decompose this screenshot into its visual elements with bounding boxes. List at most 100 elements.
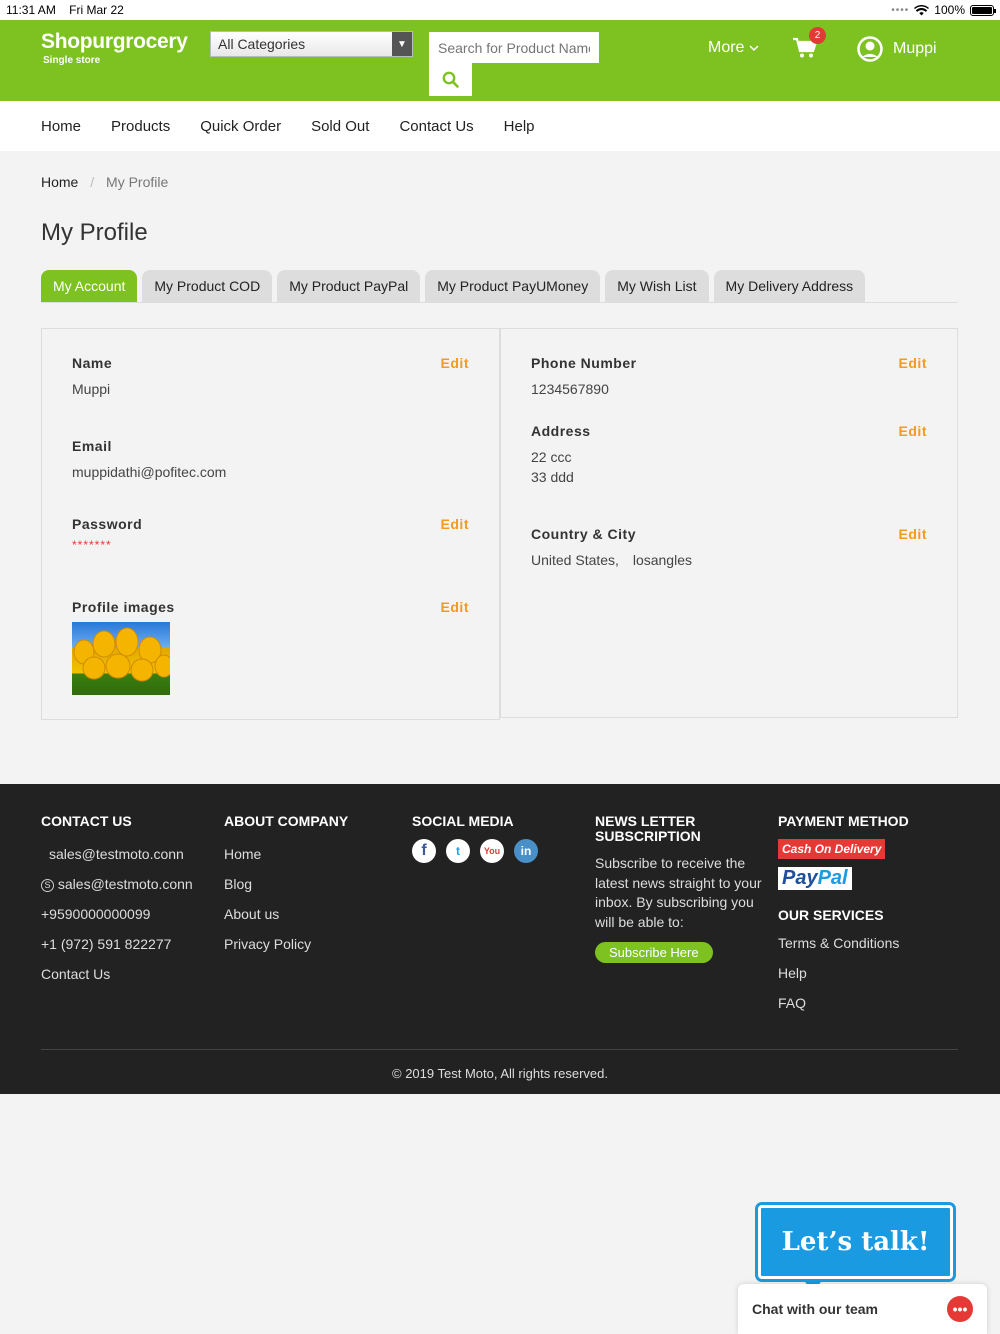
chevron-down-icon xyxy=(749,45,759,52)
footer-about-home[interactable]: Home xyxy=(224,839,348,869)
footer-newsletter-title: NEWS LETTER SUBSCRIPTION xyxy=(595,813,701,844)
nav-products[interactable]: Products xyxy=(111,118,170,135)
nav-home[interactable]: Home xyxy=(41,118,81,135)
site-logo[interactable]: Shopurgrocery Single store xyxy=(41,30,188,66)
email-label: Email xyxy=(72,438,112,454)
footer-services-title: OUR SERVICES xyxy=(778,907,884,923)
profile-tabs: My Account My Product COD My Product Pay… xyxy=(41,270,958,303)
user-name: Muppi xyxy=(893,40,937,57)
tab-my-delivery-address[interactable]: My Delivery Address xyxy=(713,270,866,302)
category-select-value: All Categories xyxy=(218,36,306,52)
more-menu[interactable]: More xyxy=(708,39,759,57)
phone-label: Phone Number xyxy=(531,355,637,371)
edit-name-link[interactable]: Edit xyxy=(441,355,469,371)
search-button[interactable] xyxy=(429,63,472,96)
country-value: United States, xyxy=(531,552,619,568)
youtube-icon[interactable]: You xyxy=(480,839,504,863)
edit-profile-images-link[interactable]: Edit xyxy=(441,599,469,615)
nav-help[interactable]: Help xyxy=(504,118,535,135)
category-select[interactable]: All Categories ▼ xyxy=(210,31,413,57)
dropdown-arrow-icon: ▼ xyxy=(392,32,412,56)
footer-contact-title: CONTACT US xyxy=(41,813,132,829)
user-avatar-icon xyxy=(857,36,883,62)
footer-contact-phone-2[interactable]: +1 (972) 591 822277 xyxy=(41,929,193,959)
tab-my-product-paypal[interactable]: My Product PayPal xyxy=(277,270,421,302)
site-footer: CONTACT US sales@testmoto.conn S sales@t… xyxy=(0,784,1000,1094)
footer-newsletter-text: Subscribe to receive the latest news str… xyxy=(595,855,762,930)
password-field: Password Edit ******* xyxy=(72,516,469,552)
contact-details-card: Phone Number Edit 1234567890 Address Edi… xyxy=(500,328,958,718)
footer-about-title: ABOUT COMPANY xyxy=(224,813,349,829)
city-value: losangles xyxy=(632,552,692,568)
footer-payment-column: PAYMENT METHOD Cash On Delivery PayPal O… xyxy=(778,814,909,1018)
tab-my-account[interactable]: My Account xyxy=(41,270,138,302)
name-field: Name Edit Muppi xyxy=(72,355,469,399)
twitter-icon[interactable]: t xyxy=(446,839,470,863)
tab-my-product-payumoney[interactable]: My Product PayUMoney xyxy=(425,270,601,302)
name-label: Name xyxy=(72,355,113,371)
cart-count-badge: 2 xyxy=(809,27,826,44)
footer-social-title: SOCIAL MEDIA xyxy=(412,813,514,829)
linkedin-icon[interactable]: in xyxy=(514,839,538,863)
footer-contact-column: CONTACT US sales@testmoto.conn S sales@t… xyxy=(41,814,193,989)
footer-services-faq[interactable]: FAQ xyxy=(778,988,909,1018)
page-title: My Profile xyxy=(41,219,148,246)
edit-address-link[interactable]: Edit xyxy=(899,423,927,439)
footer-about-blog[interactable]: Blog xyxy=(224,869,348,899)
battery-icon xyxy=(970,4,996,16)
search-input[interactable] xyxy=(429,32,599,63)
profile-images-field: Profile images Edit xyxy=(72,599,469,695)
chat-bar[interactable]: Chat with our team ••• xyxy=(738,1284,987,1334)
footer-contact-email-2[interactable]: sales@testmoto.conn xyxy=(58,876,193,892)
country-city-field: Country & City Edit United States, losan… xyxy=(531,526,927,570)
footer-payment-title: PAYMENT METHOD xyxy=(778,813,909,829)
password-label: Password xyxy=(72,516,143,532)
profile-image-thumbnail xyxy=(72,622,170,695)
tab-my-wish-list[interactable]: My Wish List xyxy=(605,270,709,302)
facebook-icon[interactable]: f xyxy=(412,839,436,863)
footer-social-column: SOCIAL MEDIA f t You in xyxy=(412,814,538,863)
footer-contact-email-1[interactable]: sales@testmoto.conn xyxy=(41,839,193,869)
cart-button[interactable]: 2 xyxy=(793,27,826,64)
phone-field: Phone Number Edit 1234567890 xyxy=(531,355,927,399)
breadcrumb-current: My Profile xyxy=(106,174,169,190)
edit-country-city-link[interactable]: Edit xyxy=(899,526,927,542)
status-time: 11:31 AM xyxy=(6,3,56,17)
address-line-2: 33 ddd xyxy=(531,469,574,485)
account-details-card: Name Edit Muppi Email muppidathi@pofitec… xyxy=(41,328,500,720)
nav-contact-us[interactable]: Contact Us xyxy=(399,118,473,135)
subscribe-button[interactable]: Subscribe Here xyxy=(595,942,713,963)
breadcrumb-separator: / xyxy=(90,174,95,190)
email-field: Email muppidathi@pofitec.com xyxy=(72,438,469,482)
nav-sold-out[interactable]: Sold Out xyxy=(311,118,369,135)
footer-about-about-us[interactable]: About us xyxy=(224,899,348,929)
footer-services-terms[interactable]: Terms & Conditions xyxy=(778,928,909,958)
footer-services-help[interactable]: Help xyxy=(778,958,909,988)
footer-contact-phone-1[interactable]: +9590000000099 xyxy=(41,899,193,929)
nav-quick-order[interactable]: Quick Order xyxy=(200,118,281,135)
address-line-1: 22 ccc xyxy=(531,449,572,465)
user-menu[interactable]: Muppi xyxy=(857,36,937,62)
signal-dots-icon: •••• xyxy=(891,4,910,16)
site-header: Shopurgrocery Single store All Categorie… xyxy=(0,20,1000,101)
footer-contact-link[interactable]: Contact Us xyxy=(41,959,193,989)
address-field: Address Edit 22 ccc 33 ddd xyxy=(531,423,927,487)
edit-phone-link[interactable]: Edit xyxy=(899,355,927,371)
country-city-label: Country & City xyxy=(531,526,636,542)
edit-password-link[interactable]: Edit xyxy=(441,516,469,532)
breadcrumb: Home / My Profile xyxy=(41,174,168,190)
footer-about-column: ABOUT COMPANY Home Blog About us Privacy… xyxy=(224,814,348,959)
skype-icon: S xyxy=(41,878,54,892)
footer-copyright: © 2019 Test Moto, All rights reserved. xyxy=(392,1066,608,1081)
more-label: More xyxy=(708,39,745,56)
address-label: Address xyxy=(531,423,591,439)
battery-percent: 100% xyxy=(934,3,965,17)
tab-my-product-cod[interactable]: My Product COD xyxy=(142,270,273,302)
breadcrumb-home[interactable]: Home xyxy=(41,174,78,190)
lets-talk-bubble[interactable]: Let’s talk! xyxy=(758,1205,953,1279)
chat-icon[interactable]: ••• xyxy=(947,1296,973,1322)
footer-about-privacy-policy[interactable]: Privacy Policy xyxy=(224,929,348,959)
chat-bar-label: Chat with our team xyxy=(752,1301,879,1317)
email-value: muppidathi@pofitec.com xyxy=(72,464,227,480)
name-value: Muppi xyxy=(72,381,111,397)
